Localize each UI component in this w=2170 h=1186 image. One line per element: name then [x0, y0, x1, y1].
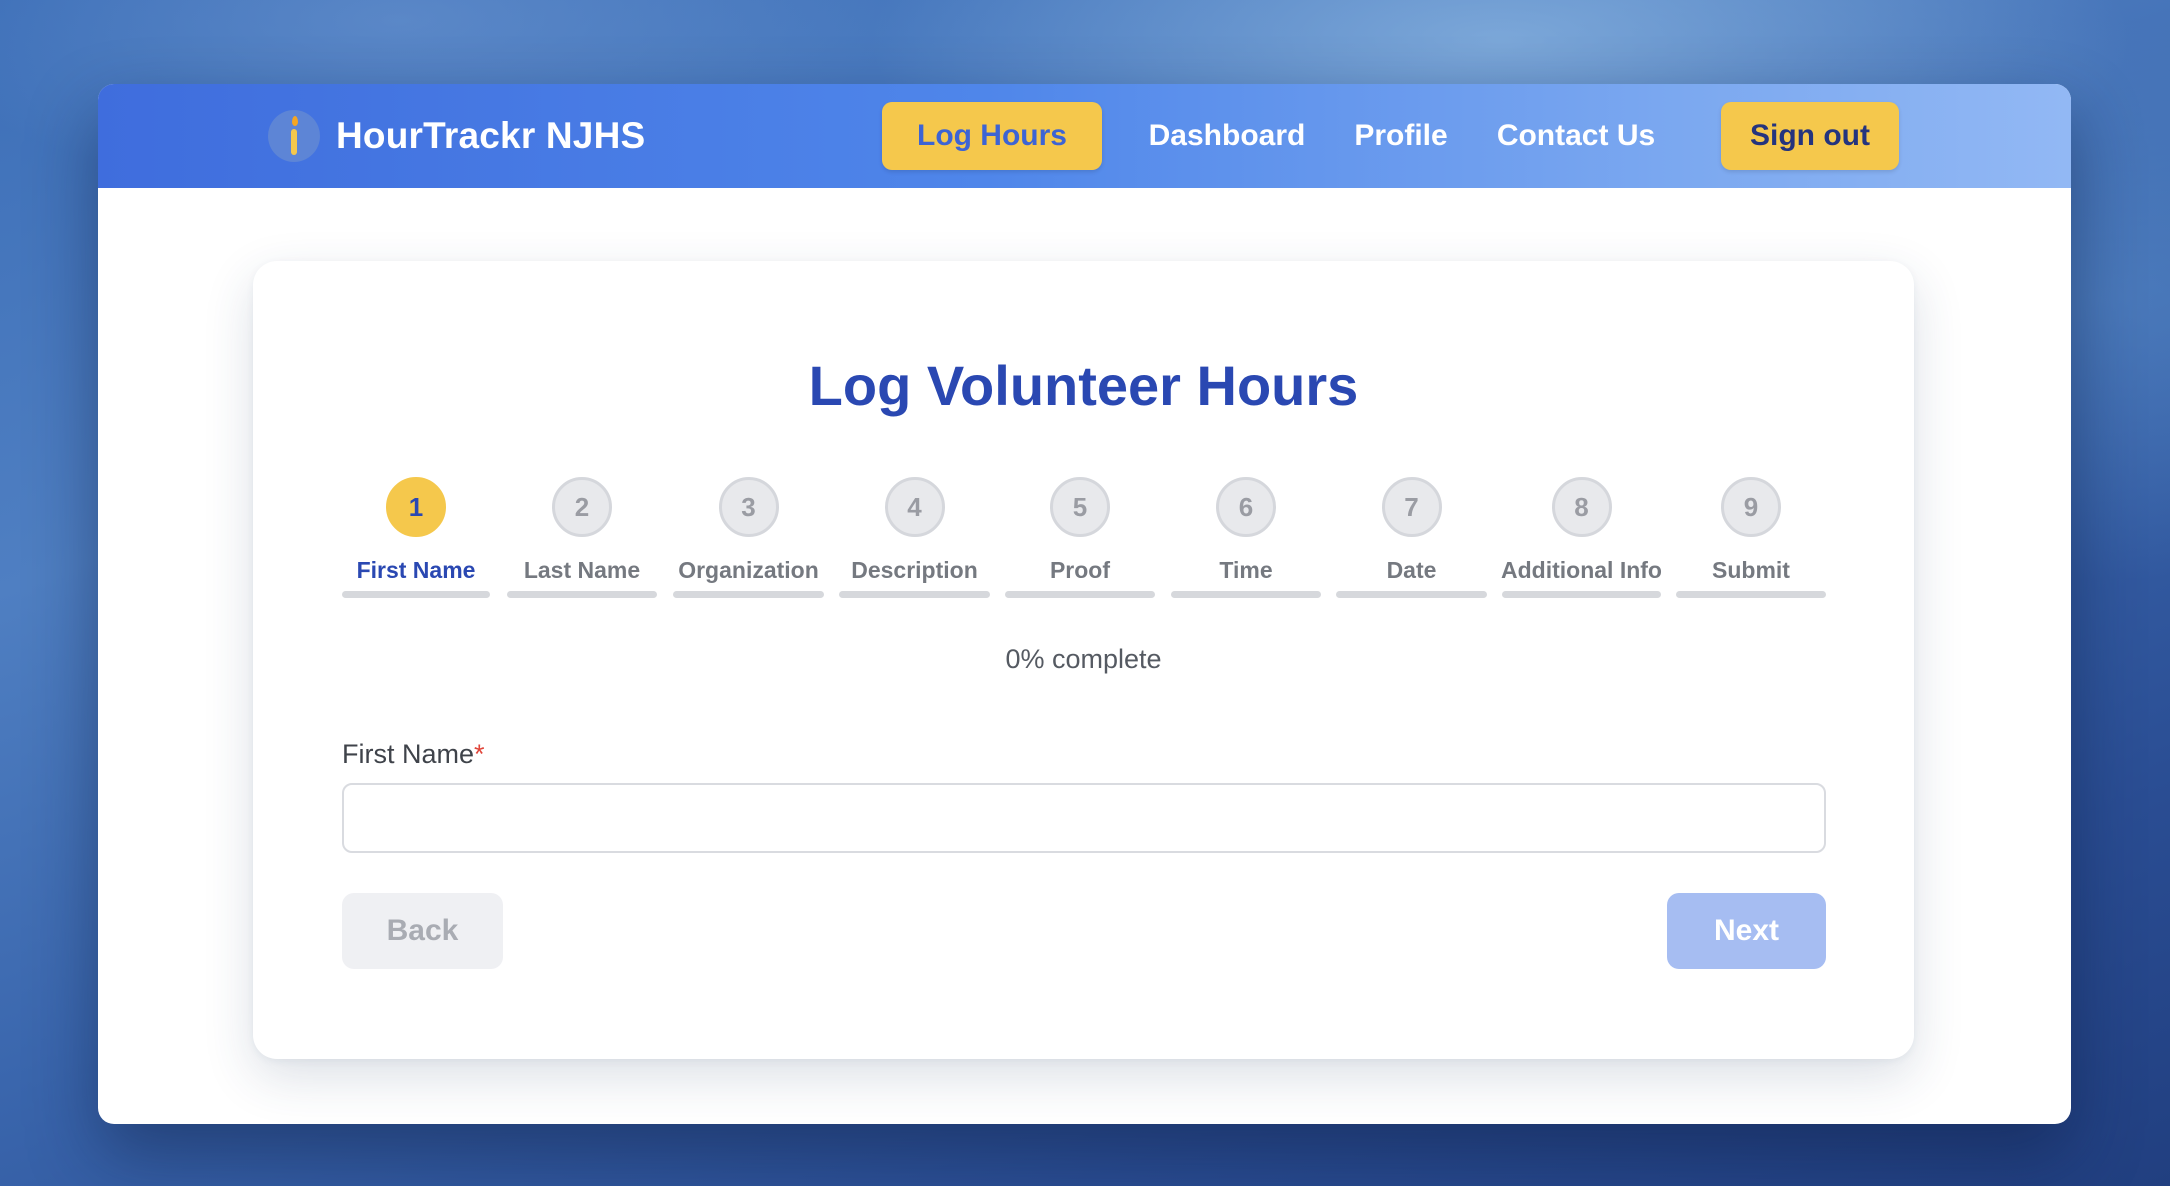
step-label: Additional Info — [1501, 557, 1662, 583]
first-name-input[interactable] — [342, 783, 1826, 853]
nav-contact-us[interactable]: Contact Us — [1490, 102, 1662, 170]
step-number: 2 — [552, 477, 612, 537]
app-window: HourTrackr NJHS Log Hours Dashboard Prof… — [98, 84, 2071, 1124]
page-title: Log Volunteer Hours — [808, 354, 1359, 417]
step-time[interactable]: 6 Time — [1171, 477, 1321, 598]
step-submit[interactable]: 9 Submit — [1676, 477, 1826, 598]
step-label: Organization — [678, 557, 819, 583]
step-description[interactable]: 4 Description — [839, 477, 990, 598]
brand-name: HourTrackr NJHS — [336, 115, 646, 156]
nav-profile[interactable]: Profile — [1346, 102, 1456, 170]
step-number: 1 — [386, 477, 446, 537]
step-number: 4 — [884, 477, 945, 537]
step-label: Time — [1219, 557, 1273, 583]
step-progress-bar — [507, 591, 657, 598]
step-label: Description — [851, 557, 978, 583]
step-additional-info[interactable]: 8 Additional Info — [1501, 477, 1662, 598]
step-progress-bar — [1171, 591, 1321, 598]
back-button[interactable]: Back — [342, 893, 503, 969]
step-label: Date — [1386, 557, 1437, 583]
step-organization[interactable]: 3 Organization — [673, 477, 824, 598]
step-label: Submit — [1712, 557, 1790, 583]
step-first-name[interactable]: 1 First Name — [342, 477, 490, 598]
top-navbar: HourTrackr NJHS Log Hours Dashboard Prof… — [98, 84, 2071, 188]
step-proof[interactable]: 5 Proof — [1005, 477, 1155, 598]
candle-icon — [268, 110, 320, 162]
step-progress-bar — [673, 591, 824, 598]
step-number: 3 — [718, 477, 779, 537]
brand[interactable]: HourTrackr NJHS — [268, 110, 645, 162]
next-button[interactable]: Next — [1667, 893, 1826, 969]
step-number: 6 — [1216, 477, 1276, 537]
first-name-label-text: First Name — [342, 739, 475, 769]
step-number: 8 — [1551, 477, 1612, 537]
step-progress-bar — [1676, 591, 1826, 598]
step-number: 9 — [1721, 477, 1781, 537]
first-name-label: First Name* — [342, 739, 485, 770]
step-progress-bar — [839, 591, 990, 598]
step-date[interactable]: 7 Date — [1336, 477, 1487, 598]
nav-dashboard[interactable]: Dashboard — [1138, 102, 1316, 170]
sign-out-button[interactable]: Sign out — [1721, 102, 1899, 170]
step-number: 5 — [1050, 477, 1110, 537]
step-number: 7 — [1381, 477, 1442, 537]
stepper: 1 First Name 2 Last Name 3 Organization … — [342, 477, 1826, 598]
step-progress-bar — [1336, 591, 1487, 598]
candle-flame — [292, 116, 298, 126]
step-label: Last Name — [523, 557, 641, 583]
nav-log-hours[interactable]: Log Hours — [882, 102, 1102, 170]
required-asterisk: * — [474, 739, 485, 769]
step-progress-bar — [1005, 591, 1155, 598]
step-label: Proof — [1049, 557, 1111, 583]
log-hours-card: Log Volunteer Hours 1 First Name 2 Last … — [253, 261, 1914, 1059]
step-progress-bar — [342, 591, 490, 598]
candle-body — [291, 129, 297, 155]
progress-percentage: 0% complete — [1005, 644, 1162, 674]
step-progress-bar — [1502, 591, 1661, 598]
step-last-name[interactable]: 2 Last Name — [507, 477, 657, 598]
step-label: First Name — [356, 557, 476, 583]
